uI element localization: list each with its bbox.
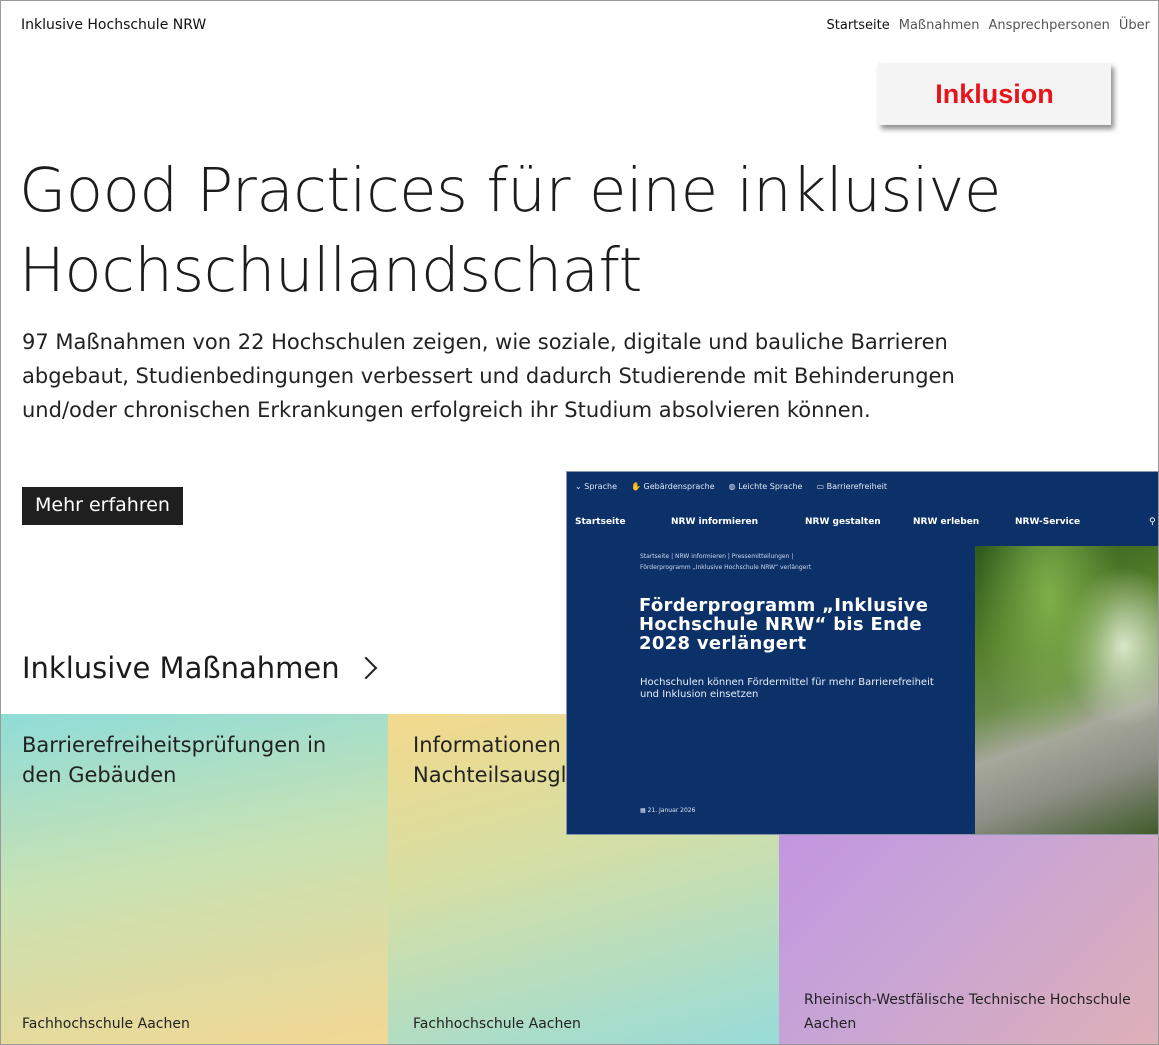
hero-title: Good Practices für eine inklusive Hochsc… xyxy=(19,155,1001,306)
accessibility-label: Barrierefreiheit xyxy=(826,482,888,491)
language-link[interactable]: ⌄ Sprache xyxy=(575,482,617,491)
site-title[interactable]: Inklusive Hochschule NRW xyxy=(21,17,206,33)
card-school: Fachhochschule Aachen xyxy=(413,1016,581,1032)
section-heading[interactable]: Inklusive Maßnahmen xyxy=(22,651,377,685)
nav-item-startseite[interactable]: Startseite xyxy=(827,18,890,33)
sign-language-link[interactable]: ✋ Gebärdensprache xyxy=(631,482,715,491)
overlay-date: ▦ 21. Januar 2026 xyxy=(640,807,695,814)
easy-language-label: Leichte Sprache xyxy=(738,482,803,491)
overlay-nav-informieren[interactable]: NRW informieren xyxy=(671,517,758,527)
overlay-breadcrumb: Startseite | NRW informieren | Pressemit… xyxy=(640,551,920,573)
sign-language-label: Gebärdensprache xyxy=(643,482,715,491)
hand-icon: ✋ xyxy=(631,482,644,491)
press-release-screenshot: ⌄ Sprache ✋ Gebärdensprache ◍ Leichte Sp… xyxy=(566,471,1158,835)
garden-path-photo xyxy=(975,546,1158,834)
overlay-nav-gestalten[interactable]: NRW gestalten xyxy=(805,517,881,527)
date-text: 21. Januar 2026 xyxy=(647,807,696,814)
search-icon[interactable]: ⚲ xyxy=(1149,517,1156,527)
section-title: Inklusive Maßnahmen xyxy=(22,651,340,685)
accessibility-link[interactable]: ▭ Barrierefreiheit xyxy=(816,482,887,491)
calendar-icon: ▦ xyxy=(640,807,648,814)
chevron-right-icon xyxy=(354,656,377,680)
nav-item-ansprechpersonen[interactable]: Ansprechpersonen xyxy=(988,18,1109,33)
browser-frame: Inklusive Hochschule NRW Startseite Maßn… xyxy=(0,0,1159,1045)
overlay-nav-service[interactable]: NRW-Service xyxy=(1015,517,1080,527)
card-title: Barrierefreiheitsprüfungen in den Gebäud… xyxy=(22,733,327,787)
easy-language-link[interactable]: ◍ Leichte Sprache xyxy=(729,482,803,491)
overlay-headline: Förderprogramm „Inklusive Hochschule NRW… xyxy=(639,595,929,654)
overlay-subline: Hochschulen können Fördermittel für mehr… xyxy=(640,677,934,700)
card-school: Rheinisch-Westfälische Technische Hochsc… xyxy=(804,992,1131,1032)
nav-item-ueber[interactable]: Über xyxy=(1119,18,1150,33)
language-label: Sprache xyxy=(584,482,617,491)
utility-bar: ⌄ Sprache ✋ Gebärdensprache ◍ Leichte Sp… xyxy=(575,482,887,491)
overlay-nav-erleben[interactable]: NRW erleben xyxy=(913,517,979,527)
easy-language-icon: ◍ xyxy=(728,482,739,491)
more-button[interactable]: Mehr erfahren xyxy=(22,487,183,525)
hero-text: 97 Maßnahmen von 22 Hochschulen zeigen, … xyxy=(22,330,955,422)
overlay-nav-startseite[interactable]: Startseite xyxy=(575,517,626,527)
nav-item-massnahmen[interactable]: Maßnahmen xyxy=(899,18,980,33)
keyboard-icon: ▭ xyxy=(816,482,827,491)
measure-card[interactable]: Barrierefreiheitsprüfungen in den Gebäud… xyxy=(1,714,388,1044)
top-navigation: Startseite Maßnahmen Ansprechpersonen Üb… xyxy=(827,18,1151,33)
card-school: Fachhochschule Aachen xyxy=(22,1016,190,1032)
inklusion-badge: Inklusion xyxy=(878,63,1111,125)
breadcrumb-line: Förderprogramm „Inklusive Hochschule NRW… xyxy=(640,564,812,571)
breadcrumb-line: Startseite | NRW informieren | Pressemit… xyxy=(640,553,794,560)
chevron-down-icon: ⌄ xyxy=(575,482,585,491)
